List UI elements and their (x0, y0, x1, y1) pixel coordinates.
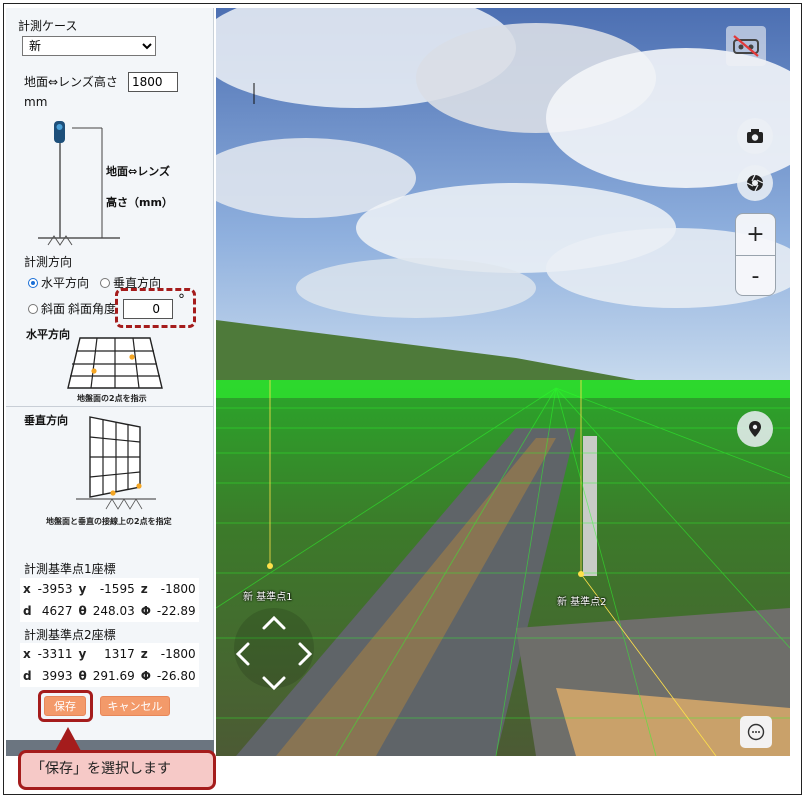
p2-x-label: x (23, 647, 31, 661)
point2-heading: 計測基準点2座標 (24, 628, 116, 642)
instruction-callout: 「保存」を選択します (18, 750, 216, 790)
point1-heading: 計測基準点1座標 (24, 562, 116, 576)
case-select[interactable]: 新 (22, 36, 156, 56)
aperture-button[interactable] (737, 165, 773, 201)
point2-marker[interactable] (578, 571, 584, 577)
p1-phi-value: -22.89 (156, 604, 196, 618)
radio-slope-label: 斜面 (41, 302, 66, 316)
cancel-button[interactable]: キャンセル (100, 696, 170, 716)
point2-label: 新 基準点2 (557, 597, 607, 608)
p1-theta-value: 248.03 (92, 604, 135, 618)
comment-icon (747, 723, 765, 741)
p1-z-label: z (140, 582, 148, 596)
zoom-control: + - (735, 213, 776, 296)
height-label: 地面⇔レンズ高さ (24, 75, 118, 89)
p2-theta-value: 291.69 (92, 669, 135, 683)
map-pin-icon (749, 421, 761, 437)
radio-vertical-dot[interactable] (100, 278, 110, 288)
point1-coords-table: x -3953 y -1595 z -1800 d 4627 θ 248.03 … (20, 578, 199, 622)
zoom-in-button[interactable]: + (736, 214, 775, 255)
camera-icon (747, 129, 763, 143)
height-unit: mm (24, 95, 48, 109)
point1-marker[interactable] (267, 563, 273, 569)
point2-coords-table: x -3311 y 1317 z -1800 d 3993 θ 291.69 Φ… (20, 643, 199, 687)
p2-z-value: -1800 (160, 647, 196, 661)
p1-y-value: -1595 (99, 582, 135, 596)
callout-arrow (55, 727, 81, 751)
p1-d-label: d (23, 604, 32, 618)
p1-d-value: 4627 (41, 604, 73, 618)
aperture-icon (746, 174, 764, 192)
radio-horizontal[interactable]: 水平方向 (28, 274, 89, 291)
slope-angle-label: 斜面角度 (68, 302, 117, 316)
direction-label: 計測方向 (24, 255, 73, 269)
panorama-viewer[interactable]: 新 基準点1 新 基準点2 + - (216, 8, 790, 756)
location-button[interactable] (737, 411, 773, 447)
point1-label: 新 基準点1 (243, 592, 293, 603)
save-button-highlight (38, 690, 93, 722)
diagram-label-line1: 地面⇔レンズ (106, 165, 170, 178)
p2-phi-label: Φ (140, 669, 151, 683)
p1-theta-label: θ (78, 604, 87, 618)
p2-d-label: d (23, 669, 32, 683)
diagram-label-line2: 高さ（mm） (106, 196, 173, 209)
vr-off-button[interactable] (726, 26, 766, 66)
height-input[interactable] (128, 72, 178, 92)
section-divider (6, 406, 214, 407)
radio-slope[interactable]: 斜面 (28, 300, 65, 317)
screenshot-button[interactable] (737, 118, 773, 154)
slope-angle-highlight (115, 288, 196, 328)
horizontal-grid-diagram (67, 337, 163, 389)
p1-phi-label: Φ (140, 604, 151, 618)
horizontal-caption: 地盤面の2点を指示 (77, 394, 147, 403)
radio-slope-dot[interactable] (28, 304, 38, 314)
zoom-out-button[interactable]: - (736, 256, 775, 297)
p2-d-value: 3993 (41, 669, 73, 683)
radio-horizontal-label: 水平方向 (41, 276, 90, 290)
horizontal-heading: 水平方向 (26, 328, 70, 341)
p1-x-label: x (23, 582, 31, 596)
p1-y-label: y (78, 582, 87, 596)
panorama-scene (216, 8, 790, 756)
p2-y-label: y (78, 647, 87, 661)
vertical-caption: 地盤面と垂直の接線上の2点を指定 (46, 517, 172, 526)
p1-z-value: -1800 (160, 582, 196, 596)
p2-x-value: -3311 (37, 647, 73, 661)
vertical-heading: 垂直方向 (24, 414, 68, 427)
measurement-panel: 計測ケース 新 地面⇔レンズ高さ mm 地面⇔レンズ 高さ（mm） 計測方向 水… (6, 8, 214, 756)
p1-x-value: -3953 (37, 582, 73, 596)
p2-y-value: 1317 (104, 647, 135, 661)
vertical-grid-diagram (76, 416, 156, 510)
p2-phi-value: -26.80 (156, 669, 196, 683)
p2-theta-label: θ (78, 669, 87, 683)
p2-z-label: z (140, 647, 148, 661)
radio-horizontal-dot[interactable] (28, 278, 38, 288)
camera-height-diagram (38, 121, 120, 246)
comment-button[interactable] (740, 716, 772, 748)
case-label: 計測ケース (18, 19, 78, 33)
vr-off-icon (733, 35, 759, 57)
